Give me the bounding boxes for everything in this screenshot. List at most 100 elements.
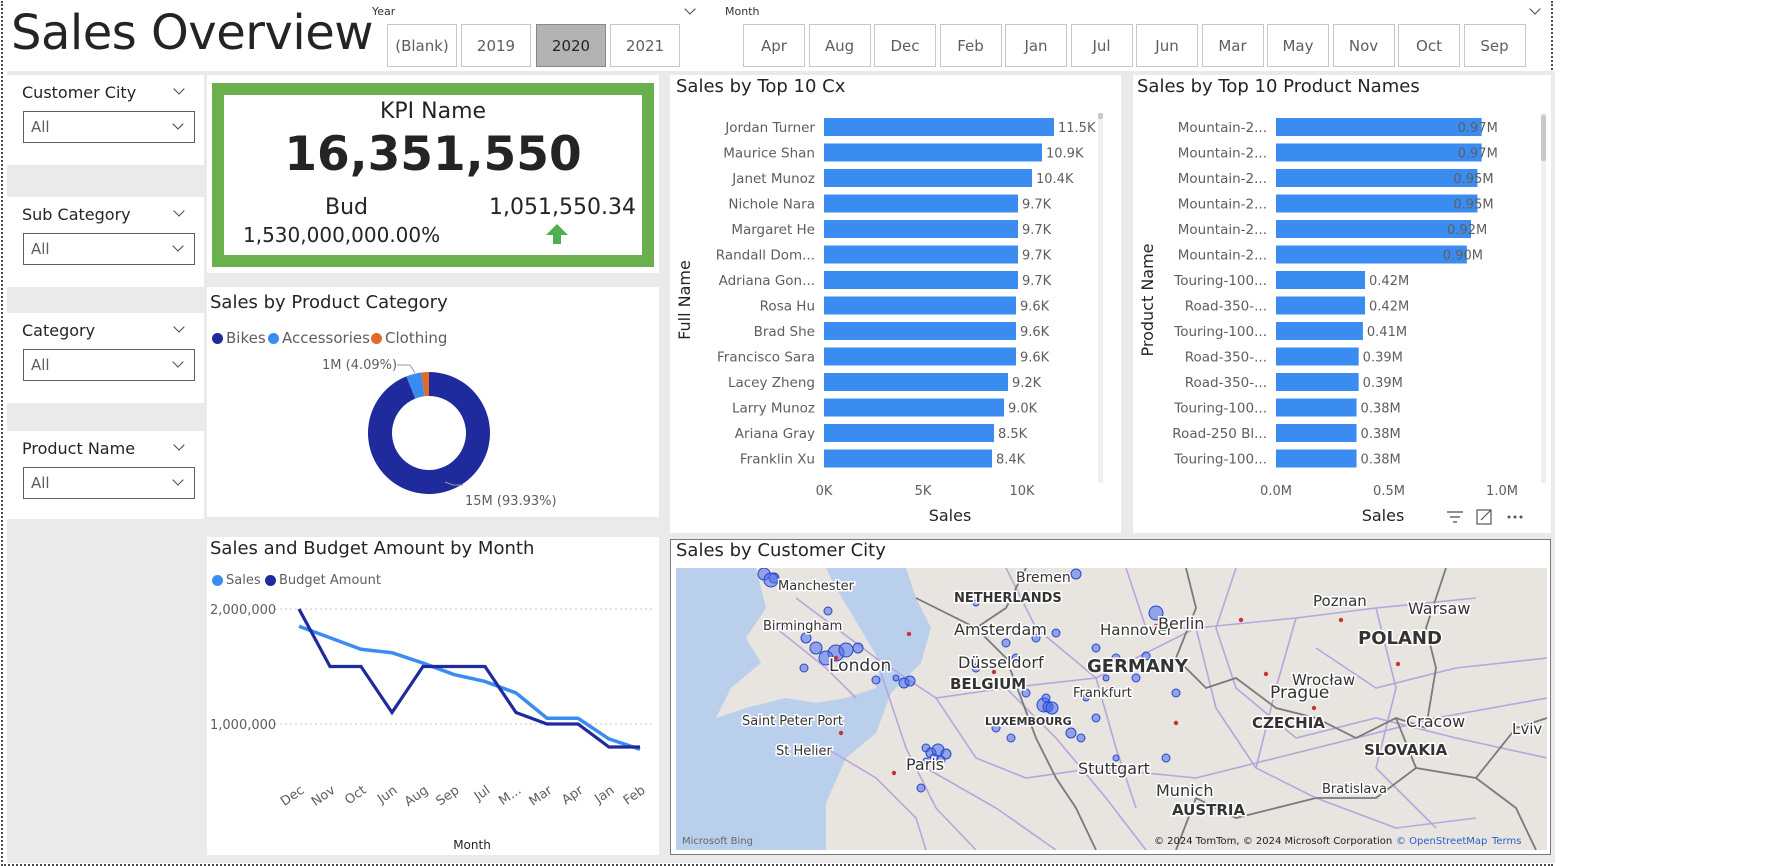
year-option-2021[interactable]: 2021 [610, 24, 680, 67]
filter-dropdown[interactable]: All [23, 467, 195, 499]
legend-item[interactable]: Clothing [371, 329, 447, 347]
map-city-bubble[interactable] [1065, 727, 1077, 739]
bar[interactable] [1276, 322, 1363, 340]
bar[interactable] [824, 271, 1018, 289]
month-option-nov[interactable]: Nov [1332, 24, 1395, 67]
bar[interactable] [1276, 449, 1357, 468]
chevron-down-icon[interactable] [173, 83, 185, 95]
map-city-bubble[interactable] [1045, 701, 1059, 715]
donut-card[interactable]: Sales by Product Category 1M (4.09%) 15M… [207, 287, 659, 517]
map-city-bubble[interactable] [1091, 643, 1101, 653]
dropdown-chevron-icon[interactable] [172, 474, 184, 486]
map-city-bubble[interactable] [1076, 733, 1086, 743]
more-options-icon[interactable] [1507, 515, 1523, 519]
bar[interactable] [1276, 296, 1366, 315]
map-city-bubble[interactable] [763, 572, 779, 588]
map-canvas[interactable]: Bremen Manchester NETHERLANDS Poznan Warsaw B… [676, 568, 1547, 850]
month-option-apr[interactable]: Apr [743, 24, 805, 67]
bar[interactable] [824, 118, 1054, 136]
bar[interactable] [824, 245, 1018, 264]
chevron-down-icon[interactable] [173, 439, 185, 451]
month-option-jan[interactable]: Jan [1005, 24, 1067, 67]
month-option-feb[interactable]: Feb [939, 24, 1002, 67]
bar[interactable] [1276, 398, 1357, 417]
month-option-dec[interactable]: Dec [874, 24, 936, 67]
dropdown-chevron-icon[interactable] [172, 356, 184, 368]
legend-item[interactable]: Bikes [212, 329, 266, 347]
bar-chart-cx-card[interactable]: Sales by Top 10 Cx Jordan Turner 11.5K Mau… [670, 75, 1121, 533]
kpi-card[interactable]: KPI Name 16,351,550 Bud 1,051,550.34 1,5… [207, 75, 659, 273]
map-city-bubble[interactable] [1161, 753, 1171, 763]
map-city-bubble[interactable] [892, 674, 900, 682]
map-city-bubble[interactable] [1171, 688, 1181, 698]
map-city-bubble[interactable] [800, 632, 812, 644]
dropdown-chevron-icon[interactable] [172, 118, 184, 130]
month-option-jul[interactable]: Jul [1070, 24, 1133, 67]
month-option-jun[interactable]: Jun [1136, 24, 1198, 67]
scrollbar-thumb[interactable] [1098, 113, 1103, 119]
bar-chart-product-card[interactable]: Sales by Top 10 Product Names Mountain-2… [1133, 75, 1551, 533]
osm-link[interactable]: © OpenStreetMap [1396, 836, 1487, 847]
bar[interactable] [1276, 373, 1359, 391]
bar[interactable] [1276, 169, 1478, 187]
map-city-bubble[interactable] [1001, 638, 1011, 648]
focus-mode-icon[interactable] [1476, 509, 1492, 525]
map-city-bubble[interactable] [871, 675, 881, 685]
scrollbar-track[interactable] [1098, 113, 1103, 483]
month-slicer-chevron-icon[interactable] [1529, 3, 1541, 15]
line-chart-card[interactable]: Sales and Budget Amount by Month Sales Bu… [207, 537, 659, 855]
map-city-bubble[interactable] [1051, 628, 1061, 638]
scrollbar-thumb[interactable] [1541, 115, 1546, 161]
bar[interactable] [1276, 424, 1357, 442]
map-city-bubble[interactable] [809, 641, 823, 655]
year-slicer-chevron-icon[interactable] [684, 3, 696, 15]
bar[interactable] [1276, 271, 1366, 289]
bar[interactable] [1276, 194, 1478, 213]
map-city-bubble[interactable] [852, 642, 864, 654]
year-option-2020[interactable]: 2020 [536, 24, 606, 67]
map-city-bubble[interactable] [799, 663, 809, 673]
map-city-bubble[interactable] [1091, 713, 1101, 723]
donut-slice-bikes[interactable] [368, 372, 490, 494]
terms-link[interactable]: Terms [1491, 836, 1521, 847]
year-option-2019[interactable]: 2019 [461, 24, 531, 67]
month-option-oct[interactable]: Oct [1398, 24, 1460, 67]
bar[interactable] [824, 296, 1016, 315]
bar[interactable] [824, 169, 1032, 187]
map-city-bubble[interactable] [1070, 568, 1082, 580]
map-city-bubble[interactable] [823, 606, 833, 616]
bar[interactable] [1276, 118, 1482, 136]
bar[interactable] [824, 347, 1016, 366]
month-option-aug[interactable]: Aug [808, 24, 871, 67]
map-city-bubble[interactable] [904, 675, 916, 687]
filter-icon[interactable] [1447, 511, 1463, 523]
map-card[interactable]: Sales by Customer City Bremen Manchester N… [670, 539, 1551, 855]
bar[interactable] [824, 424, 994, 442]
chevron-down-icon[interactable] [173, 321, 185, 333]
map-city-bubble[interactable] [916, 783, 926, 793]
bar[interactable] [1276, 143, 1482, 162]
bar[interactable] [824, 449, 992, 468]
filter-dropdown[interactable]: All [23, 349, 195, 381]
bar[interactable] [824, 322, 1016, 340]
bar[interactable] [824, 398, 1004, 417]
bar[interactable] [824, 143, 1042, 162]
bar[interactable] [824, 220, 1018, 238]
bar[interactable] [824, 194, 1018, 213]
bar[interactable] [1276, 220, 1472, 238]
bar[interactable] [1276, 347, 1359, 366]
filter-dropdown[interactable]: All [23, 233, 195, 265]
map-city-bubble[interactable] [838, 642, 854, 658]
map-city-bubble[interactable] [1041, 693, 1051, 703]
scrollbar-track[interactable] [1541, 113, 1546, 483]
month-option-sep[interactable]: Sep [1463, 24, 1526, 67]
month-option-may[interactable]: May [1267, 24, 1329, 67]
filter-dropdown[interactable]: All [23, 111, 195, 143]
chevron-down-icon[interactable] [173, 205, 185, 217]
bar[interactable] [824, 373, 1008, 391]
dropdown-chevron-icon[interactable] [172, 240, 184, 252]
month-option-mar[interactable]: Mar [1201, 24, 1264, 67]
bar[interactable] [1276, 245, 1467, 264]
legend-item[interactable]: Accessories [268, 329, 370, 347]
map-city-bubble[interactable] [1006, 733, 1016, 743]
